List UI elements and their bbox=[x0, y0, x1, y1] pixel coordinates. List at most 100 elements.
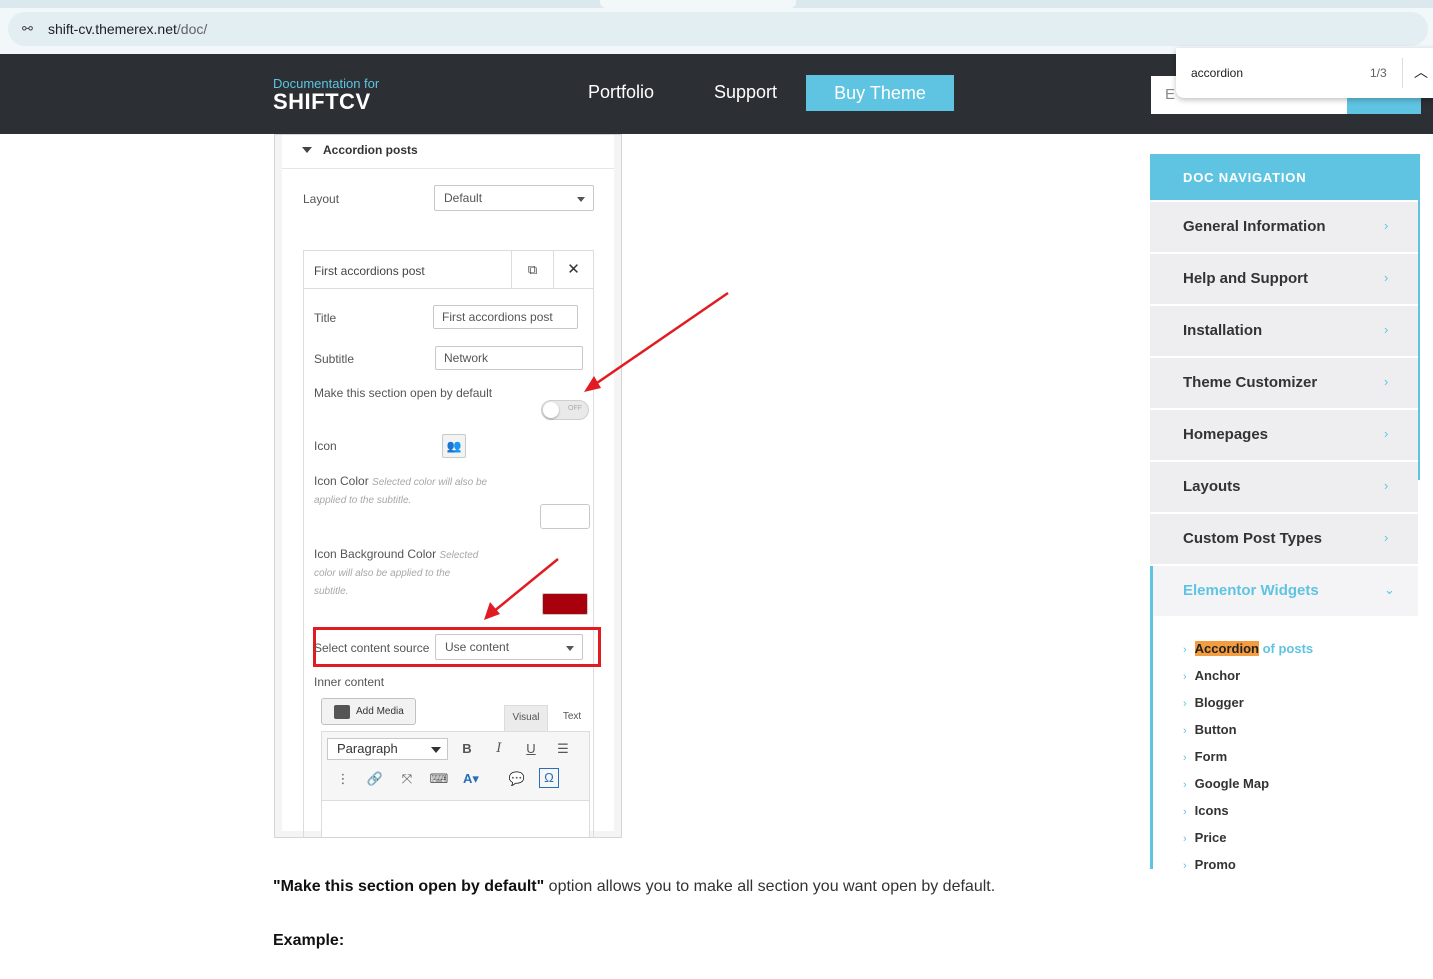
link-icon[interactable]: 🔗 bbox=[364, 768, 386, 790]
chevron-right-icon: › bbox=[1183, 698, 1187, 710]
repeater-item-header[interactable]: First accordions post ⧉ ✕ bbox=[304, 251, 593, 289]
find-match-count: 1/3 bbox=[1370, 66, 1387, 80]
sub-item-price[interactable]: › Price bbox=[1183, 830, 1226, 845]
bullet-list-icon[interactable]: ☰ bbox=[552, 738, 574, 760]
find-input[interactable]: accordion bbox=[1191, 66, 1243, 80]
chevron-right-icon: › bbox=[1183, 644, 1187, 656]
section-header[interactable]: Accordion posts bbox=[282, 135, 614, 169]
icon-bg-label: Icon Background Color Selected color will… bbox=[314, 546, 504, 600]
icon-color-title: Icon Color bbox=[314, 474, 369, 488]
nav-item-label: Help and Support bbox=[1183, 270, 1308, 287]
brand-logo[interactable]: SHIFTCV bbox=[273, 89, 371, 115]
doc-navigation: DOC NAVIGATION General Information › Help… bbox=[1150, 154, 1420, 869]
underline-icon[interactable]: U bbox=[520, 738, 542, 760]
nav-item-label: Layouts bbox=[1183, 478, 1241, 495]
sub-item-button[interactable]: › Button bbox=[1183, 722, 1237, 737]
duplicate-icon[interactable]: ⧉ bbox=[511, 251, 553, 289]
open-default-toggle[interactable]: OFF bbox=[541, 400, 589, 420]
numbered-list-icon[interactable]: ⋮ bbox=[332, 768, 354, 790]
nav-scroll-rail bbox=[1418, 200, 1420, 480]
layout-label: Layout bbox=[303, 192, 340, 206]
nav-item-theme-customizer[interactable]: Theme Customizer › bbox=[1150, 358, 1418, 408]
italic-icon[interactable]: I bbox=[488, 738, 510, 760]
icon-color-picker[interactable] bbox=[540, 504, 590, 529]
sub-item-label: Anchor bbox=[1194, 668, 1241, 683]
option-name: "Make this section open by default" bbox=[273, 878, 545, 895]
option-description-text: option allows you to make all section yo… bbox=[544, 878, 996, 895]
sub-item-label: Google Map bbox=[1194, 776, 1270, 791]
content-source-label: Select content source bbox=[314, 641, 430, 655]
icon-color-hint-2: applied to the subtitle. bbox=[314, 495, 412, 506]
sub-item-google-map[interactable]: › Google Map bbox=[1183, 776, 1269, 791]
chevron-right-icon: › bbox=[1183, 860, 1187, 869]
site-info-icon[interactable]: ⚯ bbox=[22, 21, 38, 37]
toggle-knob bbox=[543, 402, 559, 418]
users-icon[interactable]: 👥 bbox=[442, 434, 466, 458]
sub-item-label: Price bbox=[1194, 830, 1227, 845]
icon-color-hint: Selected color will also be bbox=[372, 477, 488, 488]
doc-navigation-title: DOC NAVIGATION bbox=[1183, 170, 1307, 185]
chevron-down-icon bbox=[566, 646, 574, 651]
sub-item-promo[interactable]: › Promo bbox=[1183, 857, 1236, 869]
sub-item-label-rest: of posts bbox=[1258, 641, 1314, 656]
buy-theme-button[interactable]: Buy Theme bbox=[806, 75, 954, 111]
sub-item-anchor[interactable]: › Anchor bbox=[1183, 668, 1240, 683]
chevron-down-icon: ⌄ bbox=[1384, 582, 1395, 597]
url-bar[interactable]: ⚯ shift-cv.themerex.net/doc/ bbox=[8, 12, 1428, 46]
nav-portfolio[interactable]: Portfolio bbox=[588, 82, 654, 103]
url-text[interactable]: shift-cv.themerex.net/doc/ bbox=[48, 21, 207, 37]
nav-item-general-information[interactable]: General Information › bbox=[1150, 202, 1418, 252]
keyboard-icon[interactable]: ⌨ bbox=[428, 768, 450, 790]
text-color-icon[interactable]: A▾ bbox=[460, 768, 482, 790]
paragraph-format-select[interactable]: Paragraph bbox=[327, 738, 448, 760]
inner-content-label: Inner content bbox=[314, 675, 385, 689]
nav-item-help-and-support[interactable]: Help and Support › bbox=[1150, 254, 1418, 304]
icon-bg-color-picker[interactable] bbox=[542, 593, 588, 615]
chevron-right-icon: › bbox=[1384, 270, 1389, 285]
media-icon bbox=[334, 705, 350, 719]
nav-item-installation[interactable]: Installation › bbox=[1150, 306, 1418, 356]
nav-item-homepages[interactable]: Homepages › bbox=[1150, 410, 1418, 460]
tab-visual[interactable]: Visual bbox=[504, 705, 548, 731]
chevron-up-icon[interactable]: ︿ bbox=[1414, 62, 1428, 82]
subtitle-input[interactable]: Network bbox=[435, 346, 583, 370]
icon-bg-title: Icon Background Color bbox=[314, 547, 437, 561]
editor-text-area[interactable] bbox=[322, 800, 589, 837]
sub-item-form[interactable]: › Form bbox=[1183, 749, 1227, 764]
sub-item-icons[interactable]: › Icons bbox=[1183, 803, 1229, 818]
nav-item-label: General Information bbox=[1183, 218, 1326, 235]
icon-bg-hint-3: subtitle. bbox=[314, 586, 349, 597]
nav-item-label: Elementor Widgets bbox=[1183, 582, 1319, 599]
documentation-screenshot: Accordion posts Layout Default First acc… bbox=[274, 134, 622, 838]
browser-tabstrip bbox=[0, 0, 1433, 8]
layout-select[interactable]: Default bbox=[434, 185, 594, 211]
icon-label: Icon bbox=[314, 439, 337, 453]
title-input[interactable]: First accordions post bbox=[433, 305, 578, 329]
sub-item-accordion-of-posts[interactable]: › Accordion of posts bbox=[1183, 641, 1313, 656]
content-source-select[interactable]: Use content bbox=[435, 634, 583, 660]
chevron-right-icon: › bbox=[1183, 752, 1187, 764]
chevron-right-icon: › bbox=[1384, 374, 1389, 389]
tab-text[interactable]: Text bbox=[554, 705, 590, 731]
chevron-right-icon: › bbox=[1384, 218, 1389, 233]
browser-active-tab[interactable] bbox=[600, 0, 796, 8]
chat-icon[interactable]: 💬 bbox=[506, 768, 528, 790]
repeater-item-title: First accordions post bbox=[314, 264, 425, 278]
search-highlight: Accordion bbox=[1194, 641, 1259, 656]
nav-item-elementor-widgets[interactable]: Elementor Widgets ⌄ bbox=[1150, 566, 1418, 616]
fullscreen-icon[interactable]: ⤧ bbox=[396, 768, 418, 790]
title-label: Title bbox=[314, 311, 337, 325]
nav-support[interactable]: Support bbox=[714, 82, 777, 103]
add-media-button[interactable]: Add Media bbox=[321, 698, 416, 725]
nav-item-custom-post-types[interactable]: Custom Post Types › bbox=[1150, 514, 1418, 564]
section-title: Accordion posts bbox=[323, 143, 418, 157]
sub-item-label: Icons bbox=[1194, 803, 1229, 818]
nav-item-layouts[interactable]: Layouts › bbox=[1150, 462, 1418, 512]
sub-item-blogger[interactable]: › Blogger bbox=[1183, 695, 1244, 710]
nav-item-label: Custom Post Types bbox=[1183, 530, 1322, 547]
chevron-right-icon: › bbox=[1384, 322, 1389, 337]
close-icon[interactable]: ✕ bbox=[553, 251, 593, 289]
bold-icon[interactable]: B bbox=[456, 738, 478, 760]
icon-bg-hint-2: color will also be applied to the bbox=[314, 568, 451, 579]
omega-icon[interactable]: Ω bbox=[539, 768, 559, 788]
